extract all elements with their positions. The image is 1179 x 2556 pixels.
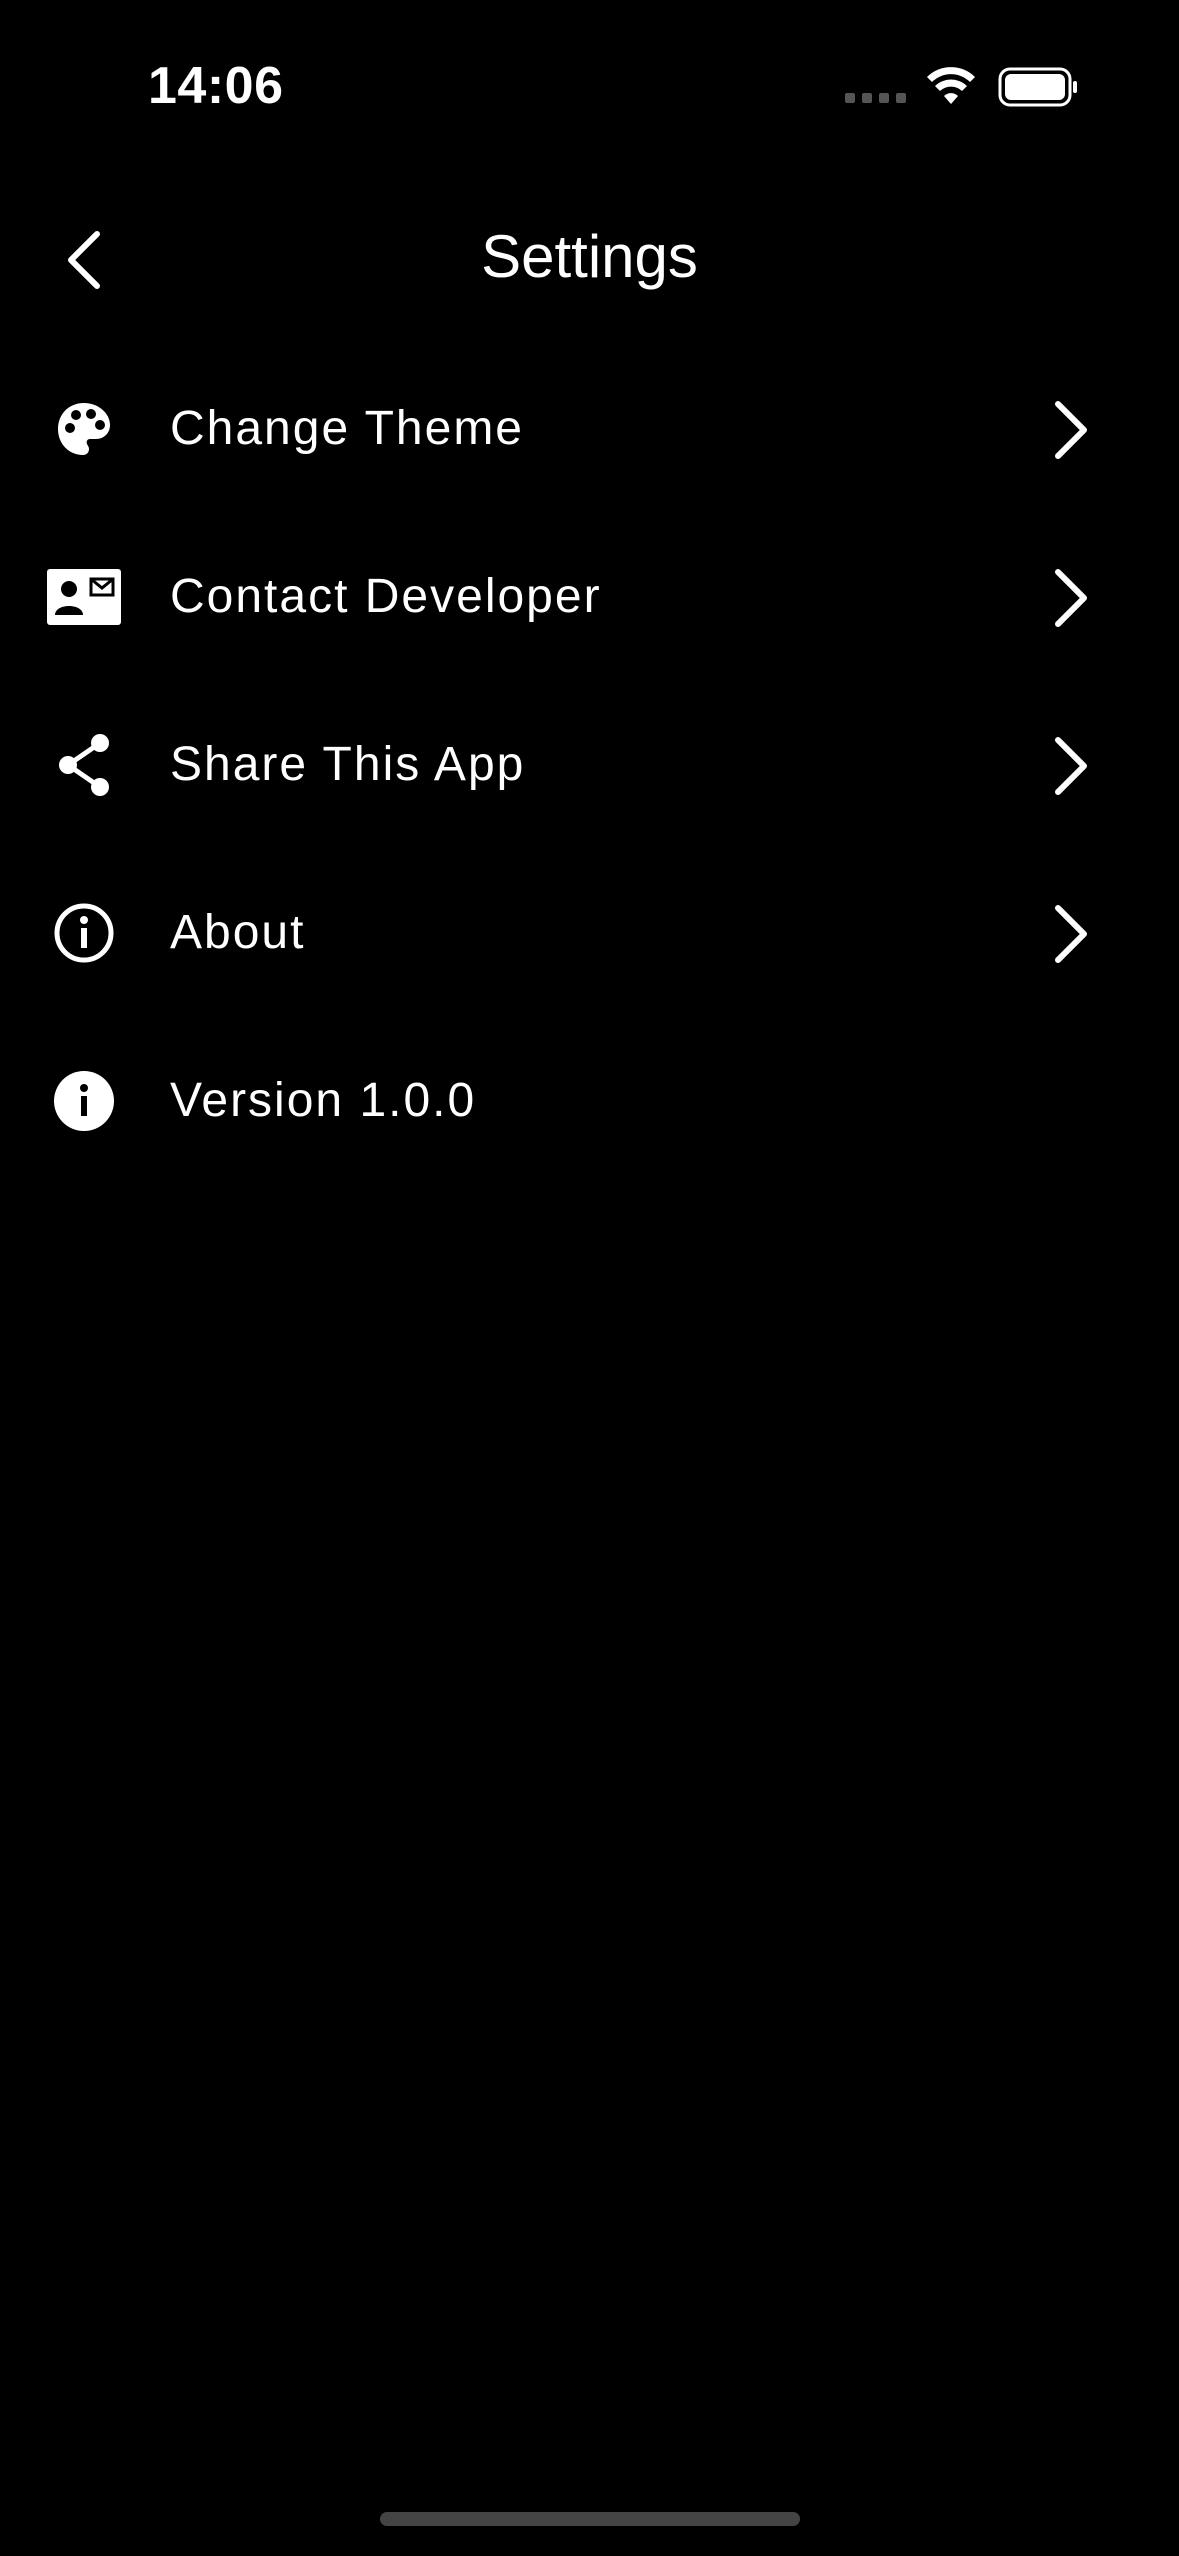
status-bar: 14:06	[0, 0, 1179, 170]
share-icon	[44, 725, 124, 805]
settings-item-label: Contact Developer	[170, 570, 602, 623]
settings-item-label: About	[170, 906, 306, 959]
info-outline-icon	[44, 893, 124, 973]
nav-header: Settings	[0, 200, 1179, 320]
settings-item-label: Change Theme	[170, 402, 524, 455]
status-time: 14:06	[148, 57, 284, 115]
settings-item-version: Version 1.0.0	[0, 1017, 1179, 1185]
home-indicator[interactable]	[380, 2512, 800, 2526]
settings-item-about[interactable]: About	[0, 849, 1179, 1017]
chevron-right-icon	[1040, 563, 1100, 633]
info-filled-icon	[44, 1061, 124, 1141]
version-label: Version 1.0.0	[170, 1074, 477, 1127]
settings-item-contact-developer[interactable]: Contact Developer	[0, 513, 1179, 681]
settings-list: Change Theme Contact Developer Share Thi…	[0, 345, 1179, 1185]
settings-item-change-theme[interactable]: Change Theme	[0, 345, 1179, 513]
battery-icon	[998, 67, 1077, 107]
cellular-signal-icon	[845, 93, 906, 103]
wifi-icon	[927, 67, 975, 104]
chevron-right-icon	[1040, 899, 1100, 969]
settings-item-share-app[interactable]: Share This App	[0, 681, 1179, 849]
chevron-right-icon	[1040, 731, 1100, 801]
contact-card-icon	[44, 557, 124, 637]
settings-item-label: Share This App	[170, 738, 526, 791]
page-title: Settings	[481, 223, 698, 290]
palette-icon	[44, 389, 124, 469]
chevron-right-icon	[1040, 395, 1100, 465]
